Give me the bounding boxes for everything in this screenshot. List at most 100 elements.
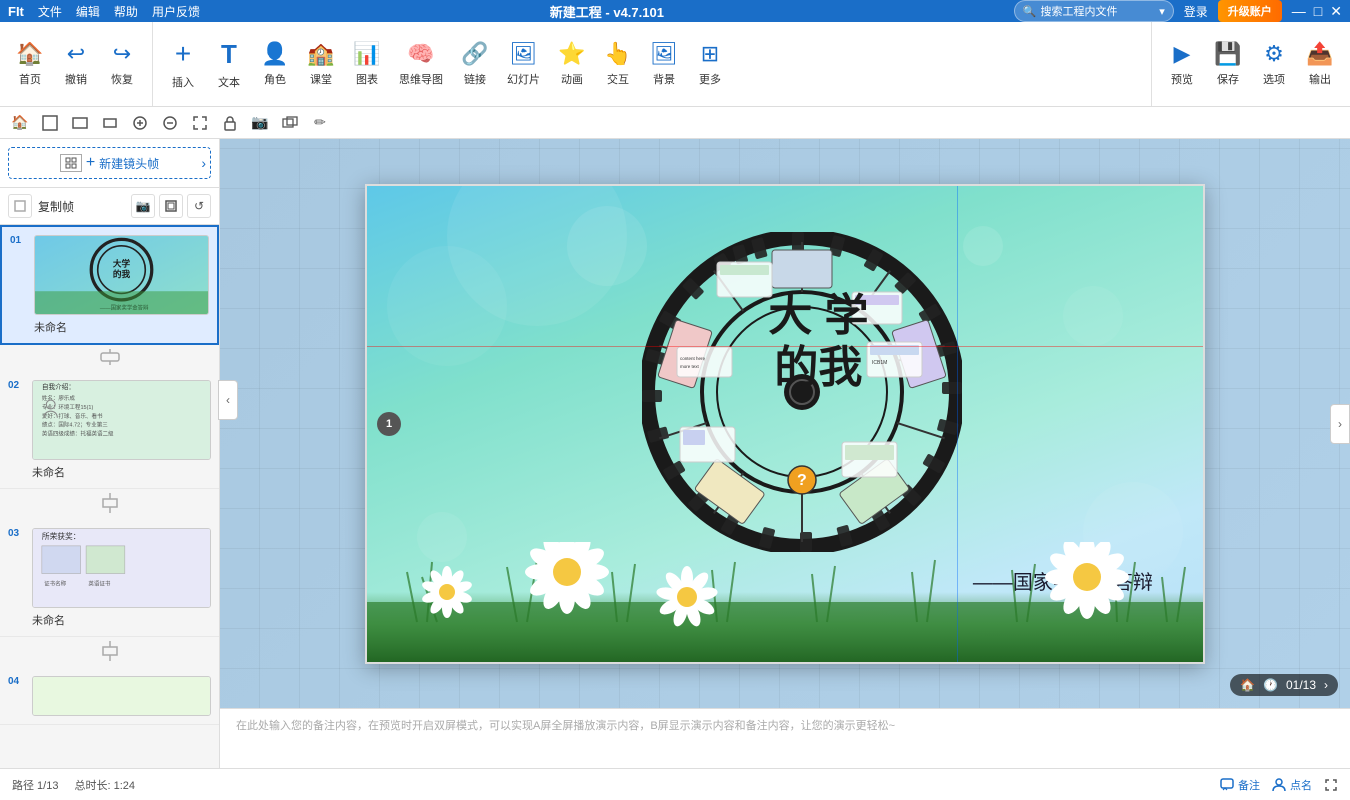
mindmap-icon: 🧠: [407, 41, 434, 67]
toolbar: 🏠 首页 ↩ 撤销 ↪ 恢复 + 插入 T 文本 👤 角色 🏫 课堂: [0, 22, 1350, 107]
copy-frame-checkbox[interactable]: [8, 194, 32, 218]
right-panel-toggle[interactable]: ›: [1330, 404, 1350, 444]
link-button[interactable]: 🔗 链接: [453, 28, 497, 100]
maximize-button[interactable]: □: [1314, 3, 1322, 20]
options-icon: ⚙: [1264, 41, 1284, 67]
insert-button[interactable]: + 插入: [161, 28, 205, 100]
background-label: 背景: [653, 71, 675, 87]
sub-rect3-icon[interactable]: [98, 111, 122, 135]
character-button[interactable]: 👤 角色: [253, 28, 297, 100]
bokeh-2: [387, 246, 507, 366]
sub-rect2-icon[interactable]: [68, 111, 92, 135]
slide-num-2: 02: [8, 380, 24, 391]
sub-zoom-out-icon[interactable]: [158, 111, 182, 135]
mindmap-button[interactable]: 🧠 思维导图: [391, 28, 451, 100]
svg-text:more text: more text: [680, 364, 700, 369]
slide-label-3: 未命名: [32, 608, 211, 628]
background-button[interactable]: 🖼 背景: [642, 28, 686, 100]
sidebar: + 新建镜头帧 › 复制帧 📷 ↺ 01: [0, 139, 220, 768]
slide-item-2[interactable]: 02 自我介绍： 姓名：廖乐成 专业：环境工程15(1) 爱好：打球、音乐、看书…: [0, 372, 219, 489]
text-button[interactable]: T 文本: [207, 28, 251, 100]
sidebar-expand-icon[interactable]: [159, 194, 183, 218]
new-frame-button[interactable]: + 新建镜头帧 ›: [8, 147, 211, 179]
chart-label: 图表: [356, 71, 378, 87]
titlebar: FIt 文件 编辑 帮助 用户反馈 新建工程 - v4.7.101 🔍 搜索工程…: [0, 0, 1350, 22]
minimize-button[interactable]: —: [1292, 3, 1306, 20]
duration-info: 总时长: 1:24: [74, 777, 135, 793]
slide-number-badge: 1: [377, 412, 401, 436]
menu-edit[interactable]: 编辑: [76, 3, 100, 20]
svg-text:姓名：廖乐成: 姓名：廖乐成: [42, 394, 76, 402]
titlebar-left: FIt 文件 编辑 帮助 用户反馈: [8, 3, 200, 20]
login-button[interactable]: 登录: [1184, 3, 1208, 20]
slide-canvas: ? ICB1M content here more text: [365, 184, 1205, 664]
options-button[interactable]: ⚙ 选项: [1252, 28, 1296, 100]
menu-file[interactable]: 文件: [38, 3, 62, 20]
slide-item-3[interactable]: 03 所荣获奖： 证书名称 英语证书: [0, 520, 219, 637]
slide-item-1[interactable]: 01: [0, 225, 219, 345]
slide-label-2: 未命名: [32, 460, 211, 480]
notes-area[interactable]: 在此处输入您的备注内容，在预览时开启双屏模式，可以实现A屏全屏播放演示内容，B屏…: [220, 708, 1350, 768]
background-icon: 🖼: [650, 41, 678, 67]
sub-edit-icon[interactable]: ✏: [308, 111, 332, 135]
sub-camera-icon[interactable]: 📷: [248, 111, 272, 135]
bokeh-4: [1063, 286, 1123, 346]
sub-home-icon[interactable]: 🏠: [8, 111, 32, 135]
close-button[interactable]: ✕: [1330, 3, 1342, 20]
svg-text:的我: 的我: [113, 268, 131, 279]
comment-button[interactable]: 备注: [1220, 777, 1260, 793]
animation-button[interactable]: ⭐ 动画: [550, 28, 594, 100]
interactive-button[interactable]: 👆 交互: [596, 28, 640, 100]
redo-button[interactable]: ↪ 恢复: [100, 28, 144, 100]
toolbar-group-insert: + 插入 T 文本 👤 角色 🏫 课堂 📊 图表 🧠 思维导图 🔗 链接 🖼: [153, 22, 1152, 106]
options-label: 选项: [1263, 71, 1285, 87]
page-info: 路径 1/13: [12, 777, 58, 793]
search-box[interactable]: 🔍 搜索工程内文件 ▾: [1014, 0, 1174, 22]
undo-button[interactable]: ↩ 撤销: [54, 28, 98, 100]
search-dropdown-icon: ▾: [1159, 5, 1165, 18]
export-button[interactable]: 📤 输出: [1298, 28, 1342, 100]
insert-icon: +: [175, 38, 191, 70]
sidebar-top: + 新建镜头帧 ›: [0, 139, 219, 188]
more-button[interactable]: ⊞ 更多: [688, 28, 732, 100]
canvas-area: ? ICB1M content here more text: [220, 139, 1350, 768]
insert-label: 插入: [172, 74, 194, 90]
sidebar-rotate-icon[interactable]: ↺: [187, 194, 211, 218]
redo-icon: ↪: [113, 41, 131, 67]
statusbar-left: 路径 1/13 总时长: 1:24: [12, 777, 135, 793]
person-icon: [1272, 778, 1286, 792]
notes-placeholder: 在此处输入您的备注内容，在预览时开启双屏模式，可以实现A屏全屏播放演示内容，B屏…: [236, 717, 895, 733]
chart-button[interactable]: 📊 图表: [345, 28, 389, 100]
home-button[interactable]: 🏠 首页: [8, 28, 52, 100]
save-button[interactable]: 💾 保存: [1206, 28, 1250, 100]
more-icon: ⊞: [701, 41, 719, 67]
progress-next-icon[interactable]: ›: [1324, 678, 1328, 692]
connector-icon-1: [100, 349, 120, 368]
sub-shape-icon[interactable]: [278, 111, 302, 135]
new-frame-plus-icon: +: [86, 154, 95, 172]
comment-label: 备注: [1238, 777, 1260, 793]
sub-fit-icon[interactable]: [188, 111, 212, 135]
sub-zoom-in-icon[interactable]: [128, 111, 152, 135]
menu-feedback[interactable]: 用户反馈: [152, 3, 200, 20]
text-label: 文本: [218, 74, 240, 90]
point-button[interactable]: 点名: [1272, 777, 1312, 793]
slide-item-4[interactable]: 04: [0, 668, 219, 725]
sub-lock-icon[interactable]: [218, 111, 242, 135]
main-text-line2: 的我: [768, 343, 868, 396]
sidebar-camera-icon[interactable]: 📷: [131, 194, 155, 218]
upgrade-button[interactable]: 升级账户: [1218, 0, 1282, 22]
sidebar-collapse-button[interactable]: ‹: [218, 380, 238, 420]
sub-rect1-icon[interactable]: [38, 111, 62, 135]
classroom-button[interactable]: 🏫 课堂: [299, 28, 343, 100]
save-icon: 💾: [1214, 41, 1241, 67]
preview-button[interactable]: ▶ 预览: [1160, 28, 1204, 100]
menu-help[interactable]: 帮助: [114, 3, 138, 20]
window-title: 新建工程 - v4.7.101: [550, 2, 664, 21]
undo-label: 撤销: [65, 71, 87, 87]
svg-text:爱好：打球、音乐、看书: 爱好：打球、音乐、看书: [42, 412, 103, 420]
expand-button[interactable]: [1324, 778, 1338, 792]
interactive-icon: 👆: [604, 41, 631, 67]
slide-button[interactable]: 🖼 幻灯片: [499, 28, 548, 100]
main-area: + 新建镜头帧 › 复制帧 📷 ↺ 01: [0, 139, 1350, 768]
